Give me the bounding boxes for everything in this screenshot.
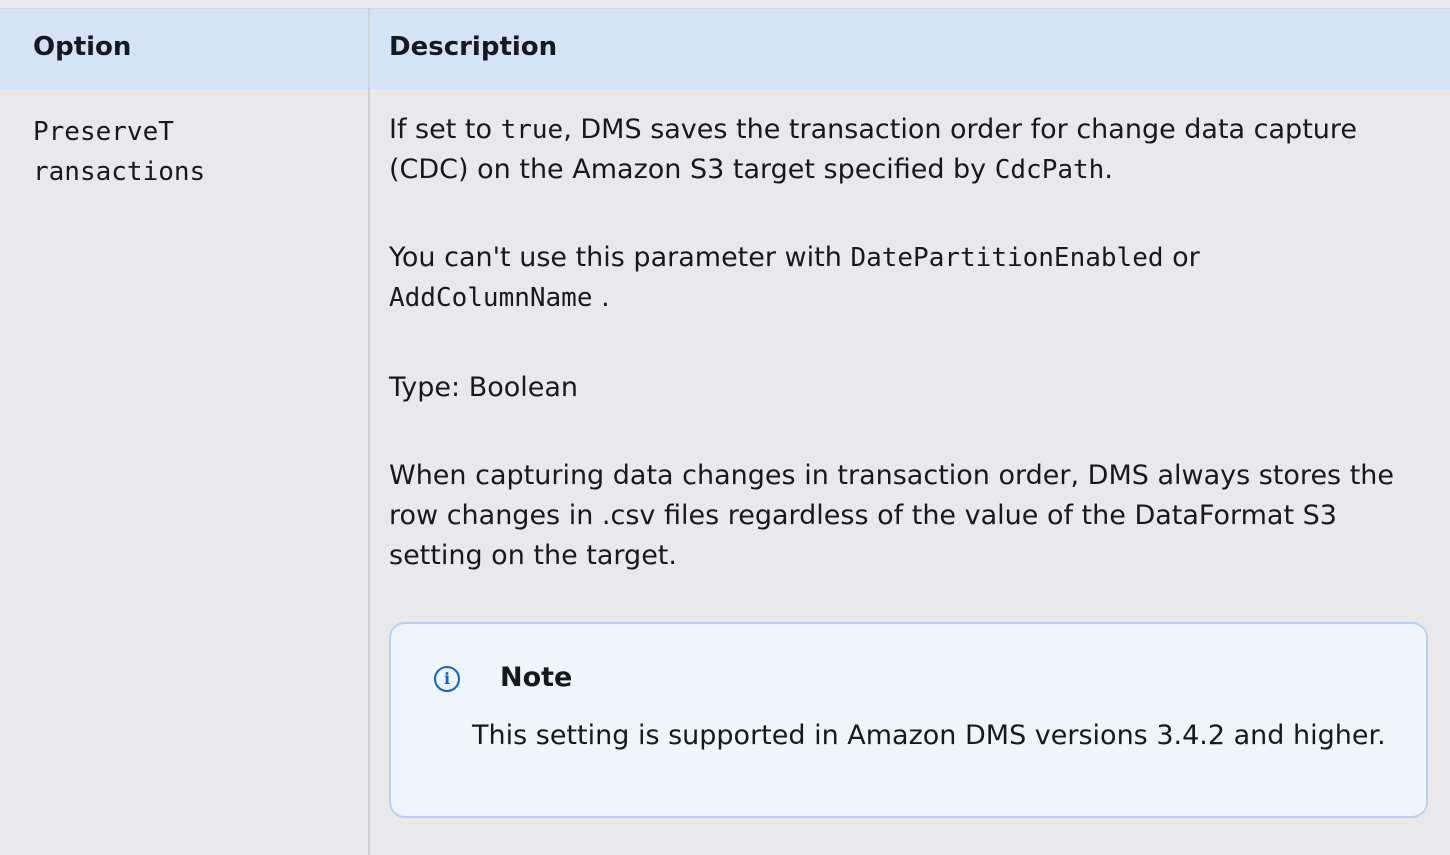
table-header-row bbox=[0, 8, 1450, 89]
note-body: This setting is supported in Amazon DMS … bbox=[472, 720, 1386, 751]
header-option: Option bbox=[33, 32, 132, 62]
option-name-line1: PreserveT bbox=[33, 117, 174, 147]
description-paragraph-2: You can't use this parameter with DatePa… bbox=[389, 238, 1434, 318]
p2-text-b: or bbox=[1172, 242, 1200, 273]
info-icon: i bbox=[434, 666, 460, 692]
p2-text-a: You can't use this parameter with bbox=[389, 242, 851, 273]
description-paragraph-4: When capturing data changes in transacti… bbox=[389, 460, 1395, 571]
code-datepartitionenabled: DatePartitionEnabled bbox=[850, 243, 1164, 273]
column-divider bbox=[368, 8, 370, 855]
code-cdcpath: CdcPath bbox=[994, 155, 1105, 185]
option-name-line2: ransactions bbox=[33, 157, 206, 187]
p2-text-c: . bbox=[592, 282, 610, 313]
code-addcolumnname: AddColumnName bbox=[389, 283, 593, 313]
option-name-cell: PreserveT ransactions bbox=[33, 112, 353, 192]
code-true: true bbox=[500, 115, 564, 145]
p1-text-a: If set to bbox=[389, 114, 501, 145]
documentation-page: Option Description PreserveT ransactions… bbox=[0, 0, 1450, 855]
description-paragraph-1: If set to true, DMS saves the transactio… bbox=[389, 110, 1434, 190]
header-description: Description bbox=[389, 32, 558, 62]
note-callout: i Note This setting is supported in Amaz… bbox=[389, 622, 1428, 818]
note-title: Note bbox=[500, 662, 573, 693]
description-paragraph-type: Type: Boolean bbox=[389, 372, 579, 403]
p1-text-c: . bbox=[1104, 154, 1113, 185]
